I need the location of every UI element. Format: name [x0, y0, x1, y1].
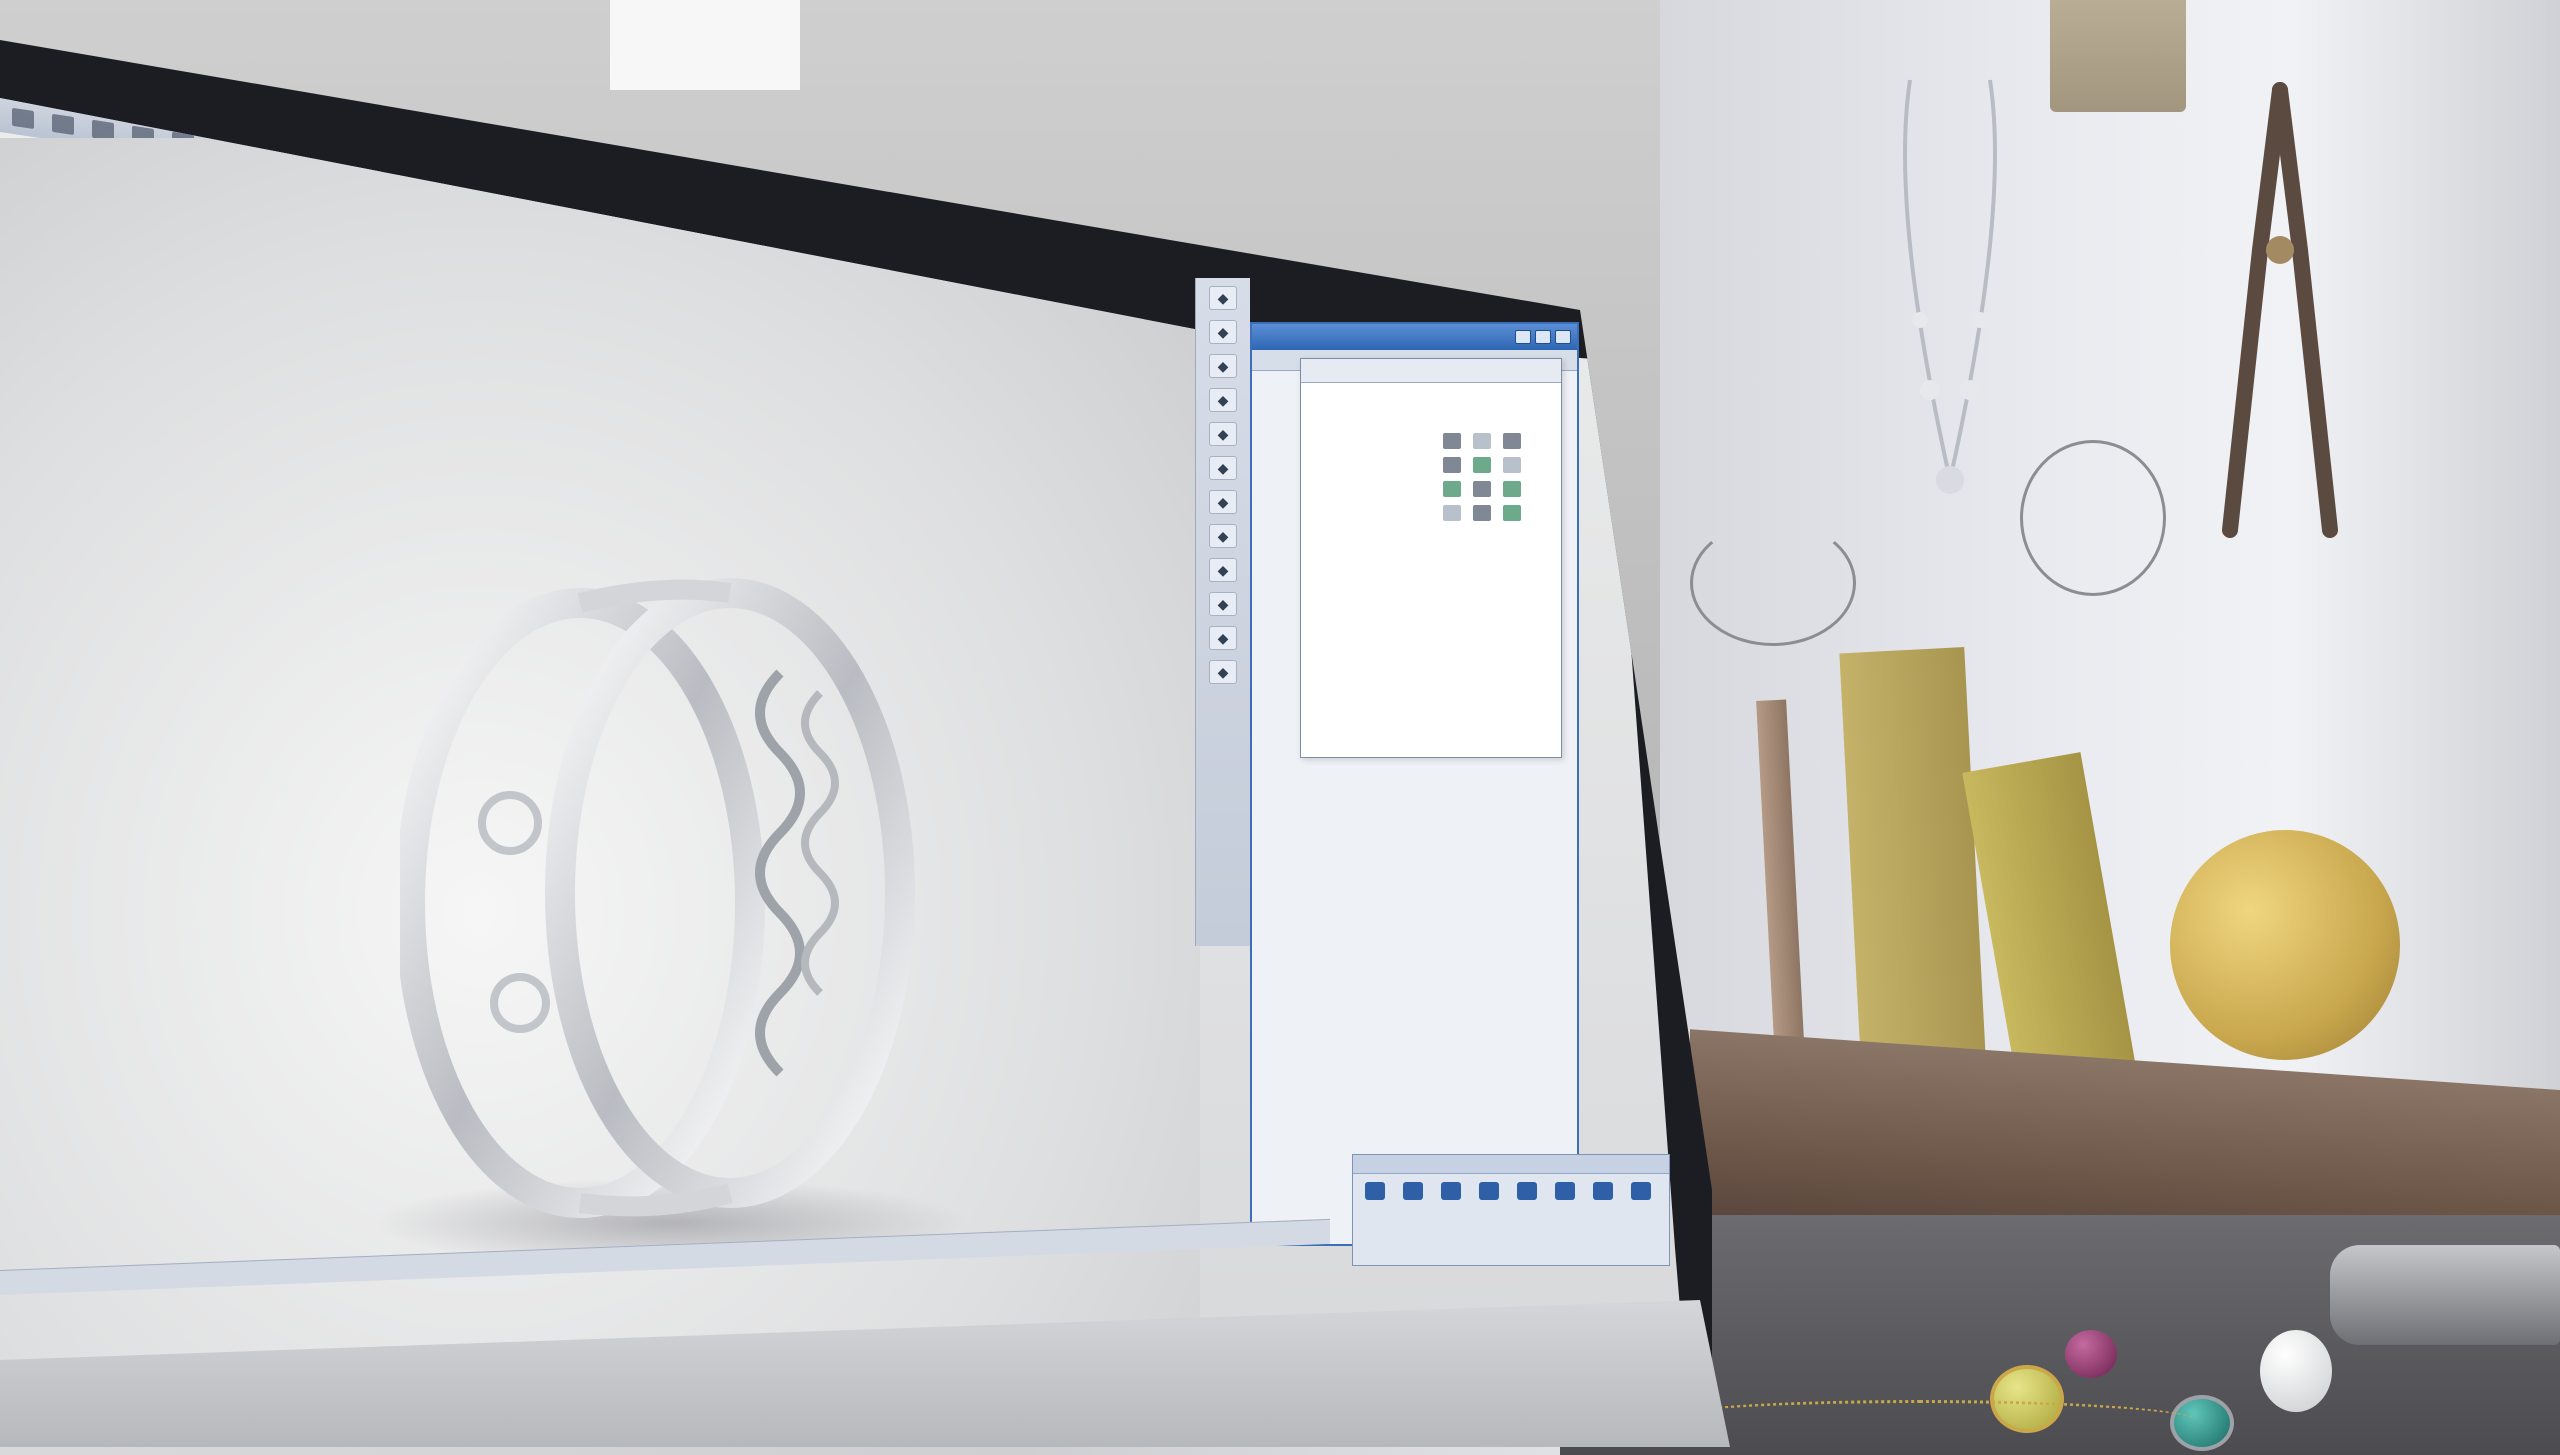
- light-icon[interactable]: [1441, 1182, 1461, 1200]
- minimize-icon[interactable]: [1515, 330, 1531, 344]
- material-dialog[interactable]: [1300, 358, 1562, 758]
- play-icon[interactable]: [1365, 1182, 1385, 1200]
- filigree-ring-model[interactable]: [400, 523, 960, 1263]
- property-icon[interactable]: [1473, 505, 1491, 521]
- pendant-lamp: [2050, 0, 2186, 112]
- pliers-tool: [2222, 82, 2338, 538]
- property-icon[interactable]: [1443, 481, 1461, 497]
- property-icon[interactable]: [1503, 481, 1521, 497]
- timeline-panel[interactable]: [1352, 1154, 1670, 1266]
- amethyst-gem: [2065, 1330, 2117, 1378]
- layers-icon[interactable]: [1593, 1182, 1613, 1200]
- export-icon[interactable]: [1631, 1182, 1651, 1200]
- window-titlebar[interactable]: [1252, 324, 1577, 350]
- property-icon[interactable]: [1473, 433, 1491, 449]
- material-icon[interactable]: [1479, 1182, 1499, 1200]
- render-icon[interactable]: ◆: [1209, 660, 1237, 684]
- extrude-icon[interactable]: ◆: [1209, 422, 1237, 446]
- property-icon[interactable]: [1443, 433, 1461, 449]
- property-icon[interactable]: [1503, 457, 1521, 473]
- property-icon-grid: [1443, 433, 1543, 521]
- timeline-tools: [1353, 1174, 1669, 1208]
- brass-plate: [1839, 647, 1986, 1063]
- necklace-display: [1903, 79, 1997, 494]
- maximize-icon[interactable]: [1535, 330, 1551, 344]
- property-icon[interactable]: [1473, 481, 1491, 497]
- curve-icon[interactable]: ◆: [1209, 456, 1237, 480]
- scale-icon[interactable]: ◆: [1209, 388, 1237, 412]
- boolean-icon[interactable]: ◆: [1209, 490, 1237, 514]
- camera-icon[interactable]: [1403, 1182, 1423, 1200]
- property-icon[interactable]: [1503, 505, 1521, 521]
- array-icon[interactable]: ◆: [1209, 592, 1237, 616]
- ceiling-light: [610, 0, 800, 90]
- select-icon[interactable]: ◆: [1209, 286, 1237, 310]
- wire-hoop-display-2: [1690, 520, 1856, 646]
- property-icon[interactable]: [1443, 457, 1461, 473]
- property-icon[interactable]: [1443, 505, 1461, 521]
- new-file-icon[interactable]: [12, 107, 34, 130]
- fillet-icon[interactable]: ◆: [1209, 524, 1237, 548]
- moonstone-gem: [2260, 1330, 2332, 1412]
- metal-cylinder-tool: [2330, 1245, 2560, 1345]
- timeline-header: [1353, 1155, 1669, 1174]
- dialog-title: [1301, 359, 1561, 383]
- property-icon[interactable]: [1503, 433, 1521, 449]
- measure-icon[interactable]: ◆: [1209, 626, 1237, 650]
- settings-icon[interactable]: [1555, 1182, 1575, 1200]
- close-icon[interactable]: [1555, 330, 1571, 344]
- gold-disc: [2170, 830, 2400, 1060]
- move-icon[interactable]: ◆: [1209, 354, 1237, 378]
- side-toolbar: ◆ ◆ ◆ ◆ ◆ ◆ ◆ ◆ ◆ ◆ ◆ ◆: [1195, 278, 1250, 946]
- open-file-icon[interactable]: [52, 113, 74, 136]
- grid-icon[interactable]: [1517, 1182, 1537, 1200]
- mirror-icon[interactable]: ◆: [1209, 558, 1237, 582]
- rotate-icon[interactable]: ◆: [1209, 320, 1237, 344]
- wire-hoop-display: [2020, 440, 2166, 596]
- property-icon[interactable]: [1473, 457, 1491, 473]
